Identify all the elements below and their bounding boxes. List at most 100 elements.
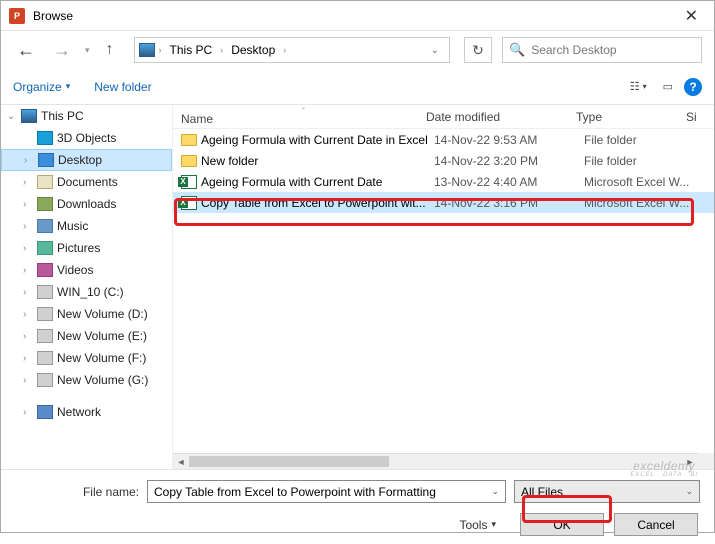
tree-item-label: Network xyxy=(57,405,101,419)
tree-item-label: New Volume (D:) xyxy=(57,307,148,321)
forward-button[interactable]: → xyxy=(49,38,75,63)
file-name: Ageing Formula with Current Date in Exce… xyxy=(201,133,434,147)
new-folder-button[interactable]: New folder xyxy=(94,80,151,94)
file-row[interactable]: Ageing Formula with Current Date13-Nov-2… xyxy=(173,171,714,192)
3d-icon xyxy=(37,131,53,145)
drive-icon xyxy=(37,351,53,365)
scroll-corner xyxy=(698,453,714,469)
tree-item-downloads[interactable]: › Downloads xyxy=(1,193,172,215)
search-placeholder: Search Desktop xyxy=(531,43,616,57)
breadcrumb-current[interactable]: Desktop xyxy=(227,43,279,57)
tree-item-new-volume-f-[interactable]: › New Volume (F:) xyxy=(1,347,172,369)
scroll-right-icon[interactable]: ► xyxy=(682,454,698,469)
tree-item-this-pc[interactable]: ⌄This PC xyxy=(1,105,172,127)
help-button[interactable]: ? xyxy=(684,78,702,96)
filename-input[interactable]: Copy Table from Excel to Powerpoint with… xyxy=(147,480,506,503)
toolbar: Organize▾ New folder ☷ ▾ ▭ ? xyxy=(1,69,714,105)
tree-item-pictures[interactable]: › Pictures xyxy=(1,237,172,259)
preview-pane-button[interactable]: ▭ xyxy=(658,77,678,96)
pc-icon xyxy=(21,109,37,123)
chevron-icon: › xyxy=(23,331,33,342)
back-button[interactable]: ← xyxy=(13,38,39,63)
file-name: New folder xyxy=(201,154,434,168)
breadcrumb-root[interactable]: This PC xyxy=(166,43,217,57)
search-icon: 🔍 xyxy=(509,42,525,58)
tree-item-win-10-c-[interactable]: › WIN_10 (C:) xyxy=(1,281,172,303)
tree-item-music[interactable]: › Music xyxy=(1,215,172,237)
search-input[interactable]: 🔍 Search Desktop xyxy=(502,37,702,63)
file-row[interactable]: New folder14-Nov-22 3:20 PMFile folder xyxy=(173,150,714,171)
chevron-icon: › xyxy=(23,407,33,418)
tree-item-new-volume-e-[interactable]: › New Volume (E:) xyxy=(1,325,172,347)
drive-icon xyxy=(37,373,53,387)
tree-item-new-volume-g-[interactable]: › New Volume (G:) xyxy=(1,369,172,391)
chevron-icon: › xyxy=(23,221,33,232)
column-headers: ˆ Name Date modified Type Si xyxy=(173,105,714,129)
tree-item-3d-objects[interactable]: 3D Objects xyxy=(1,127,172,149)
tree-item-network[interactable]: › Network xyxy=(1,401,172,423)
tree-item-label: New Volume (E:) xyxy=(57,329,147,343)
file-type-filter[interactable]: All Files ⌄ xyxy=(514,480,700,503)
view-mode-button[interactable]: ☷ ▾ xyxy=(625,77,652,96)
file-type: Microsoft Excel W... xyxy=(584,175,694,189)
file-date: 14-Nov-22 3:20 PM xyxy=(434,154,584,168)
filename-label: File name: xyxy=(15,485,139,499)
column-type[interactable]: Type xyxy=(576,110,686,124)
refresh-button[interactable]: ↻ xyxy=(464,37,492,63)
chevron-icon: › xyxy=(23,287,33,298)
file-name: Copy Table from Excel to Powerpoint wit.… xyxy=(201,196,434,210)
history-dropdown[interactable]: ▾ xyxy=(85,45,90,56)
chevron-down-icon[interactable]: ⌄ xyxy=(685,486,693,497)
tools-menu[interactable]: Tools▾ xyxy=(459,518,496,532)
drive-icon xyxy=(37,285,53,299)
tree-item-label: Music xyxy=(57,219,88,233)
chevron-icon: › xyxy=(23,375,33,386)
up-button[interactable]: ↑ xyxy=(100,39,120,61)
scroll-left-icon[interactable]: ◄ xyxy=(173,454,189,469)
tree-item-desktop[interactable]: ›Desktop xyxy=(1,149,172,171)
sort-indicator-icon: ˆ xyxy=(181,107,426,116)
address-bar[interactable]: › This PC › Desktop › ⌄ xyxy=(134,37,450,63)
column-name[interactable]: ˆ Name xyxy=(173,107,426,126)
chevron-icon: › xyxy=(23,243,33,254)
close-button[interactable]: ✕ xyxy=(677,6,706,26)
tree-item-label: WIN_10 (C:) xyxy=(57,285,124,299)
drive-icon xyxy=(37,329,53,343)
organize-menu[interactable]: Organize▾ xyxy=(13,80,70,94)
tree-item-label: 3D Objects xyxy=(57,131,116,145)
chevron-down-icon[interactable]: ⌄ xyxy=(491,486,499,497)
chevron-icon: › xyxy=(23,353,33,364)
tree-item-label: Pictures xyxy=(57,241,100,255)
column-date[interactable]: Date modified xyxy=(426,110,576,124)
tree-item-label: New Volume (G:) xyxy=(57,373,148,387)
column-size[interactable]: Si xyxy=(686,110,714,124)
file-row[interactable]: Ageing Formula with Current Date in Exce… xyxy=(173,129,714,150)
tree-item-label: New Volume (F:) xyxy=(57,351,146,365)
title-bar: P Browse ✕ xyxy=(1,1,714,31)
pics-icon xyxy=(37,241,53,255)
folder-icon xyxy=(181,134,197,146)
tree-item-videos[interactable]: ›Videos xyxy=(1,259,172,281)
tree-item-documents[interactable]: ›Documents xyxy=(1,171,172,193)
music-icon xyxy=(37,219,53,233)
nav-bar: ← → ▾ ↑ › This PC › Desktop › ⌄ ↻ 🔍 Sear… xyxy=(1,31,714,69)
chevron-icon: › xyxy=(23,177,33,188)
address-dropdown-icon[interactable]: ⌄ xyxy=(431,45,445,56)
file-row[interactable]: Copy Table from Excel to Powerpoint wit.… xyxy=(173,192,714,213)
file-date: 13-Nov-22 4:40 AM xyxy=(434,175,584,189)
horizontal-scrollbar[interactable]: ◄ ► xyxy=(173,453,698,469)
chevron-icon: ⌄ xyxy=(7,111,17,122)
app-icon: P xyxy=(9,8,25,24)
chevron-icon: › xyxy=(23,199,33,210)
vids-icon xyxy=(37,263,53,277)
file-type: File folder xyxy=(584,133,694,147)
folder-icon xyxy=(181,155,197,167)
tree-item-label: Downloads xyxy=(57,197,116,211)
tree-item-new-volume-d-[interactable]: ›New Volume (D:) xyxy=(1,303,172,325)
tree-item-label: Desktop xyxy=(58,153,102,167)
file-list: ˆ Name Date modified Type Si Ageing Form… xyxy=(173,105,714,469)
file-type: Microsoft Excel W... xyxy=(584,196,694,210)
file-date: 14-Nov-22 9:53 AM xyxy=(434,133,584,147)
main-area: ⌄This PC3D Objects›Desktop›Documents›Dow… xyxy=(1,105,714,469)
scroll-thumb[interactable] xyxy=(189,456,389,467)
